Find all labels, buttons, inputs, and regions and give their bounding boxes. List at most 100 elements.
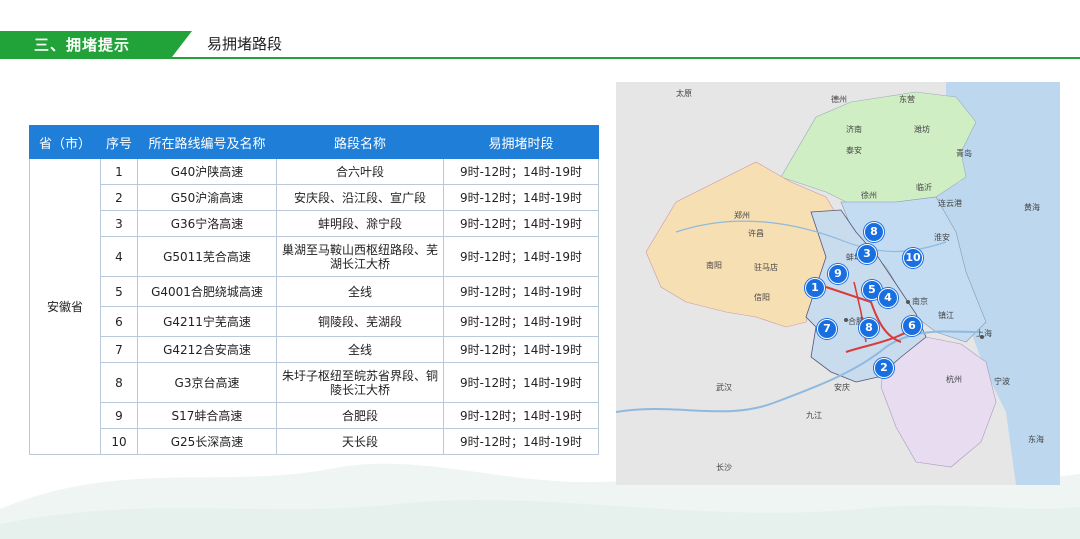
route-marker[interactable]: 1 [805, 278, 825, 298]
row-time: 9时-12时；14时-19时 [443, 276, 599, 307]
col-header-time: 易拥堵时段 [443, 125, 599, 159]
col-header-province: 省（市） [29, 125, 101, 159]
congestion-map[interactable]: 太原 德州 东营 济南 潍坊 青岛 泰安 临沂 郑州 许昌 南阳 驻马店 信阳 … [616, 82, 1060, 485]
table-row: 4 G5011芜合高速 巢湖至马鞍山西枢纽路段、芜湖长江大桥 9时-12时；14… [30, 236, 599, 277]
row-route: G3京台高速 [137, 362, 277, 403]
row-no: 8 [100, 362, 138, 403]
map-label: 青岛 [956, 149, 972, 158]
row-no: 2 [100, 184, 138, 211]
row-route: G4212合安高速 [137, 336, 277, 363]
table-row: 5 G4001合肥绕城高速 全线 9时-12时；14时-19时 [30, 276, 599, 307]
route-marker[interactable]: 6 [902, 316, 922, 336]
section-tab: 三、拥堵提示 [0, 31, 192, 57]
row-route: G25长深高速 [137, 428, 277, 455]
map-label: 淮安 [934, 233, 950, 242]
row-time: 9时-12时；14时-19时 [443, 402, 599, 429]
map-label: 武汉 [716, 383, 732, 392]
row-section: 合肥段 [276, 402, 444, 429]
map-label: 徐州 [861, 191, 877, 200]
route-marker[interactable]: 8 [859, 318, 879, 338]
row-no: 9 [100, 402, 138, 429]
row-no: 10 [100, 428, 138, 455]
table-row: 9 S17蚌合高速 合肥段 9时-12时；14时-19时 [30, 402, 599, 429]
row-no: 3 [100, 210, 138, 237]
row-time: 9时-12时；14时-19时 [443, 362, 599, 403]
map-label: 镇江 [938, 311, 954, 320]
table-row: 3 G36宁洛高速 蚌明段、滁宁段 9时-12时；14时-19时 [30, 210, 599, 237]
map-label: 德州 [831, 95, 847, 104]
route-marker[interactable]: 2 [874, 358, 894, 378]
col-header-route: 所在路线编号及名称 [137, 125, 277, 159]
page-title: 易拥堵路段 [207, 35, 283, 53]
row-time: 9时-12时；14时-19时 [443, 236, 599, 277]
row-time: 9时-12时；14时-19时 [443, 210, 599, 237]
map-label: 南京 [912, 297, 928, 306]
row-route: G50沪渝高速 [137, 184, 277, 211]
col-header-no: 序号 [100, 125, 138, 159]
row-time: 9时-12时；14时-19时 [443, 306, 599, 337]
map-label: 东海 [1028, 435, 1044, 444]
map-label: 安庆 [834, 383, 850, 392]
map-label: 东营 [899, 95, 915, 104]
map-label: 九江 [806, 411, 822, 420]
map-label: 连云港 [938, 199, 962, 208]
row-section: 全线 [276, 276, 444, 307]
row-section: 巢湖至马鞍山西枢纽路段、芜湖长江大桥 [276, 236, 444, 277]
map-label: 太原 [676, 89, 692, 98]
route-marker[interactable]: 4 [878, 288, 898, 308]
row-section: 蚌明段、滁宁段 [276, 210, 444, 237]
row-time: 9时-12时；14时-19时 [443, 336, 599, 363]
row-section: 全线 [276, 336, 444, 363]
header-divider [0, 57, 1080, 59]
table-row: 安徽省 1 G40沪陕高速 合六叶段 9时-12时；14时-19时 [29, 158, 599, 455]
map-label: 黄海 [1024, 203, 1040, 212]
map-label: 济南 [846, 125, 862, 134]
map-label: 许昌 [748, 229, 764, 238]
table-row: 10 G25长深高速 天长段 9时-12时；14时-19时 [30, 428, 599, 455]
map-label: 南阳 [706, 261, 722, 270]
row-route: G4001合肥绕城高速 [137, 276, 277, 307]
row-no: 4 [100, 236, 138, 277]
congestion-table: 省（市） 序号 所在路线编号及名称 路段名称 易拥堵时段 安徽省 1 G40沪陕… [29, 125, 599, 455]
map-label: 郑州 [734, 211, 750, 220]
route-marker[interactable]: 3 [857, 244, 877, 264]
route-marker[interactable]: 10 [903, 248, 923, 268]
map-label: 杭州 [946, 375, 962, 384]
route-marker[interactable]: 9 [828, 264, 848, 284]
row-section: 合六叶段 [276, 158, 444, 185]
table-row: 8 G3京台高速 朱圩子枢纽至皖苏省界段、铜陵长江大桥 9时-12时；14时-1… [30, 362, 599, 403]
table-row: 2 G50沪渝高速 安庆段、沿江段、宣广段 9时-12时；14时-19时 [30, 184, 599, 211]
row-section: 天长段 [276, 428, 444, 455]
province-cell: 安徽省 [29, 158, 101, 455]
row-route: S17蚌合高速 [137, 402, 277, 429]
route-marker[interactable]: 7 [817, 319, 837, 339]
map-label: 驻马店 [754, 263, 778, 272]
row-route: G5011芜合高速 [137, 236, 277, 277]
row-section: 铜陵段、芜湖段 [276, 306, 444, 337]
section-label: 三、拥堵提示 [34, 36, 131, 54]
table-row: 7 G4212合安高速 全线 9时-12时；14时-19时 [30, 336, 599, 363]
table-header-row: 省（市） 序号 所在路线编号及名称 路段名称 易拥堵时段 [29, 125, 599, 159]
row-section: 朱圩子枢纽至皖苏省界段、铜陵长江大桥 [276, 362, 444, 403]
row-route: G4211宁芜高速 [137, 306, 277, 337]
table-row: 6 G4211宁芜高速 铜陵段、芜湖段 9时-12时；14时-19时 [30, 306, 599, 337]
row-no: 7 [100, 336, 138, 363]
map-label: 宁波 [994, 377, 1010, 386]
map-label: 上海 [976, 329, 992, 338]
map-label: 潍坊 [914, 125, 930, 134]
row-no: 6 [100, 306, 138, 337]
row-no: 1 [100, 158, 138, 185]
col-header-section: 路段名称 [276, 125, 444, 159]
map-label: 长沙 [716, 463, 732, 472]
row-no: 5 [100, 276, 138, 307]
map-label: 信阳 [754, 293, 770, 302]
row-time: 9时-12时；14时-19时 [443, 184, 599, 211]
row-route: G36宁洛高速 [137, 210, 277, 237]
row-time: 9时-12时；14时-19时 [443, 158, 599, 185]
map-label: 临沂 [916, 183, 932, 192]
row-time: 9时-12时；14时-19时 [443, 428, 599, 455]
route-marker[interactable]: 8 [864, 222, 884, 242]
row-section: 安庆段、沿江段、宣广段 [276, 184, 444, 211]
row-route: G40沪陕高速 [137, 158, 277, 185]
map-label: 泰安 [846, 146, 862, 155]
